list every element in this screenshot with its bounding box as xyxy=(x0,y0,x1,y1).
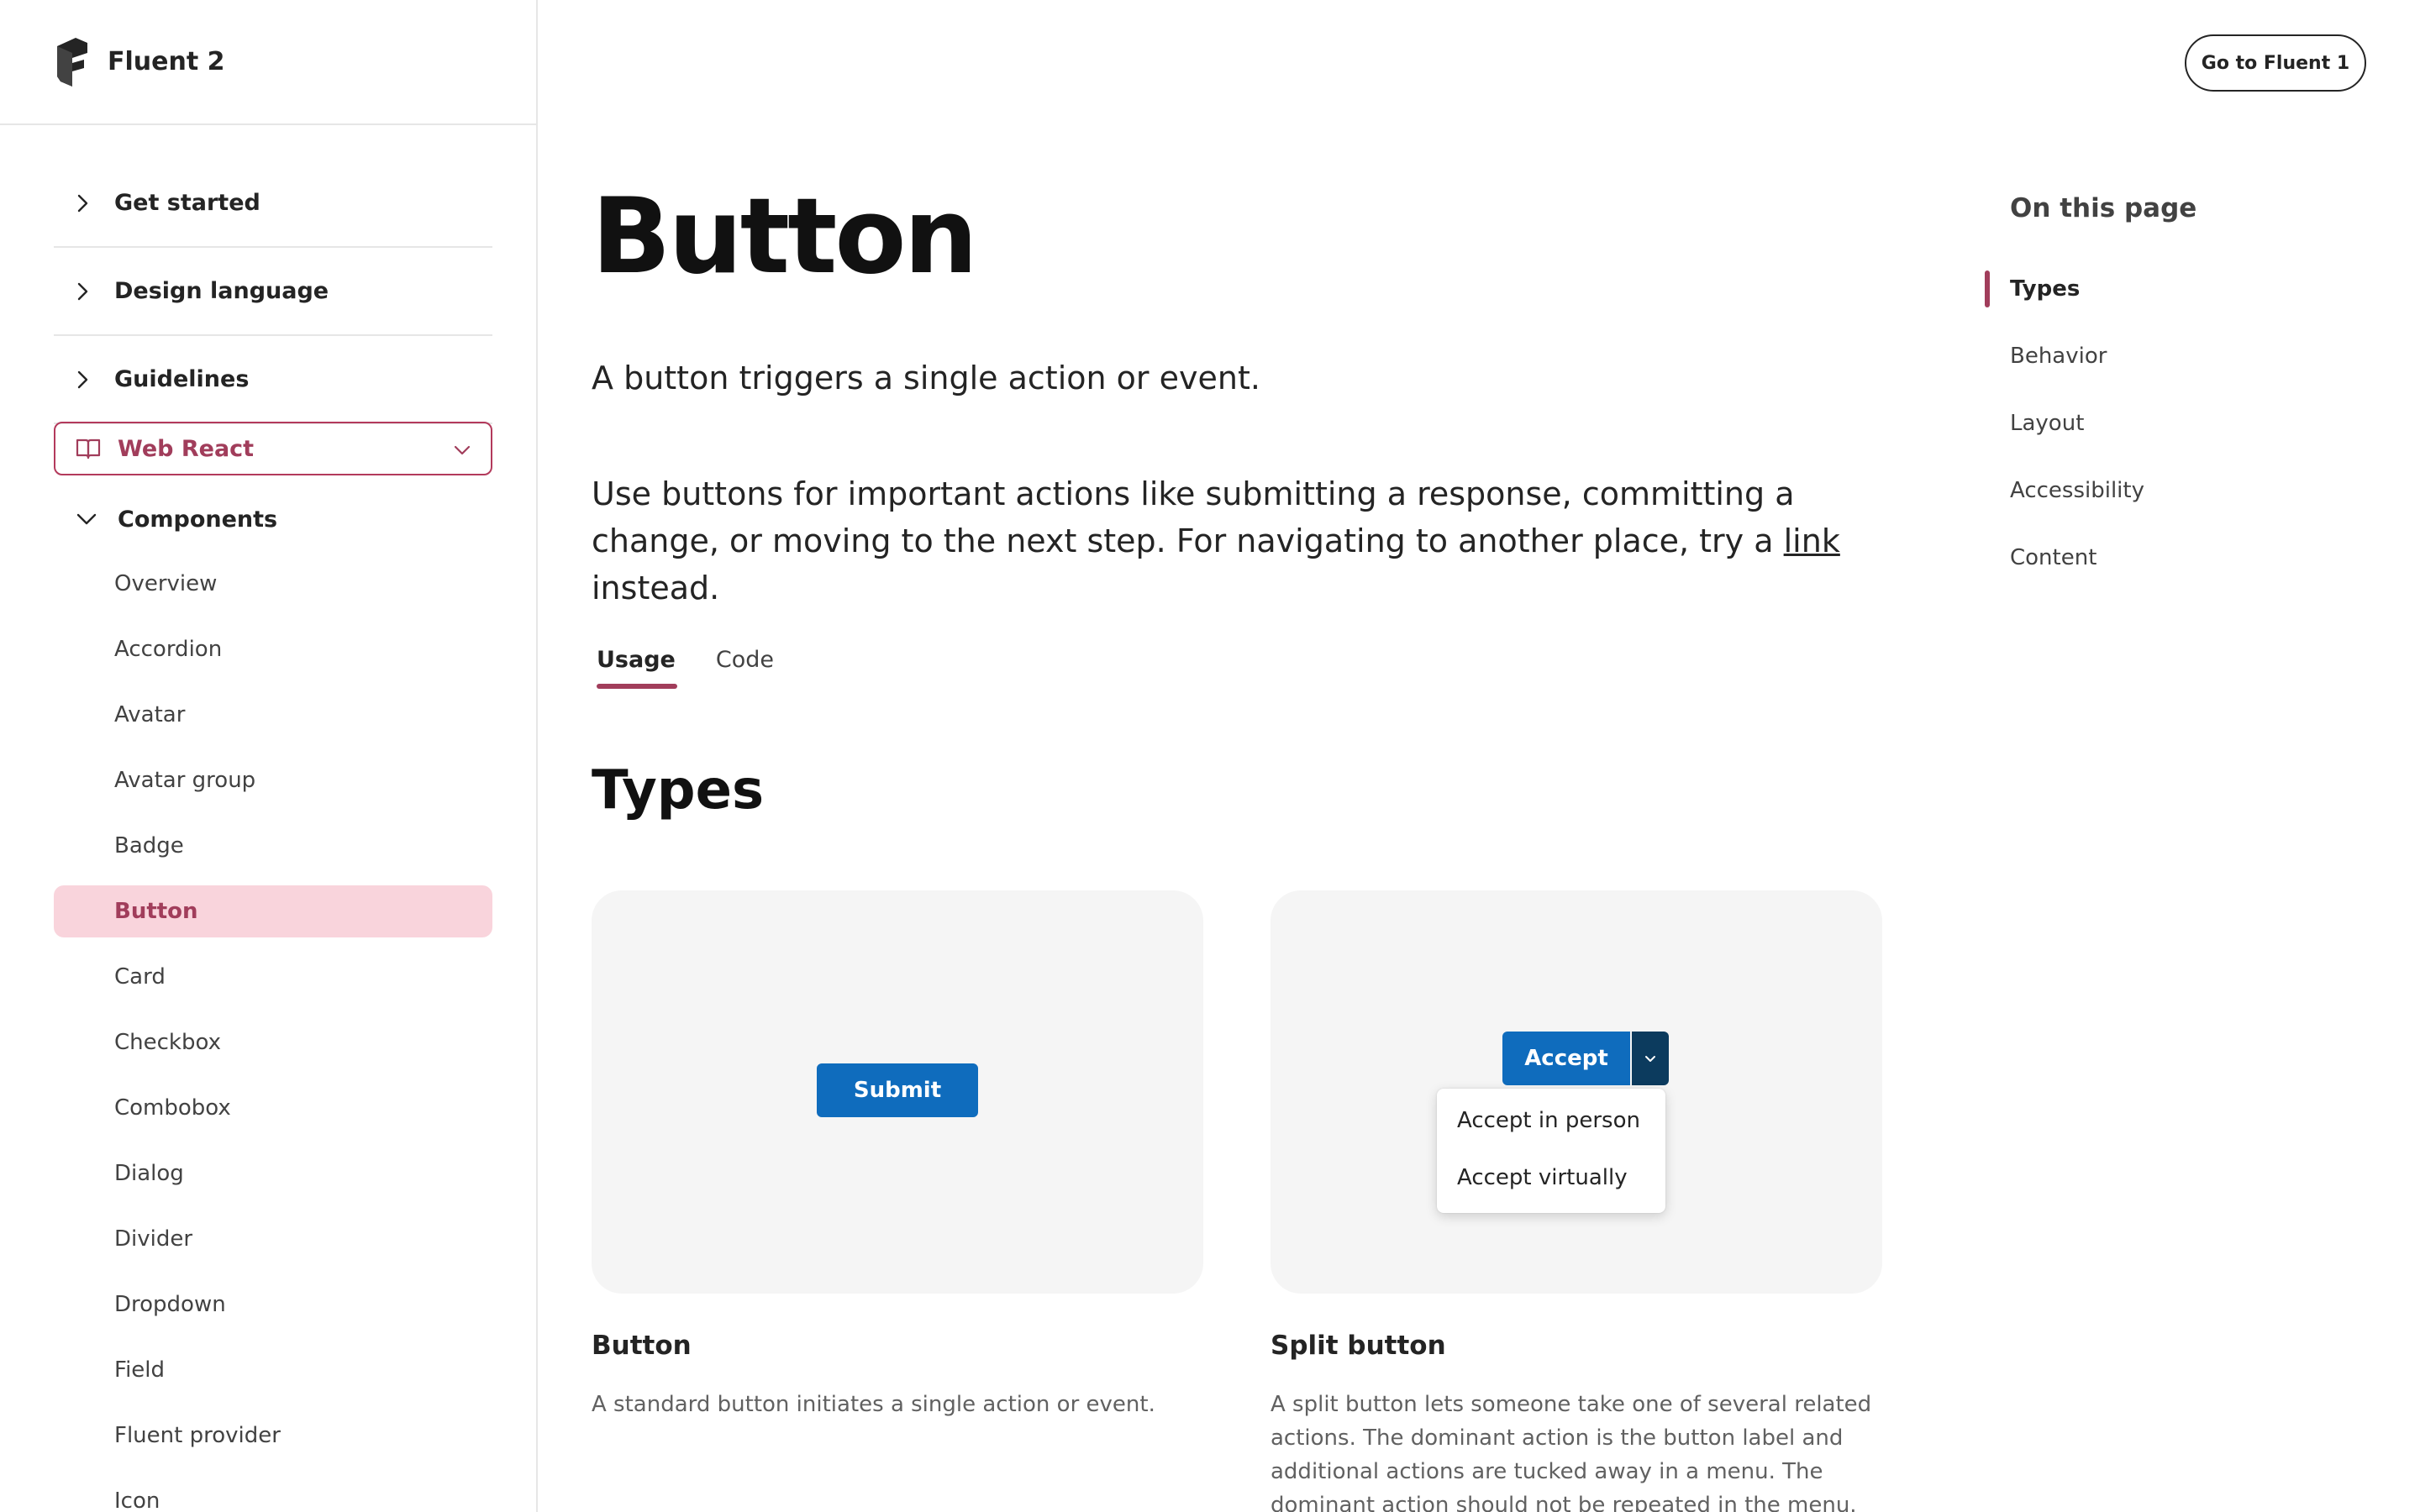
tab-usage[interactable]: Usage xyxy=(592,637,681,689)
sidebar-item-avatar[interactable]: Avatar xyxy=(54,689,492,741)
page-description: Use buttons for important actions like s… xyxy=(592,470,1902,612)
card-description-button: A standard button initiates a single act… xyxy=(592,1392,1155,1417)
sidebar-item-label: Components xyxy=(118,506,278,533)
card-title-button: Button xyxy=(592,1331,692,1361)
card-description-split-button: A split button lets someone take one of … xyxy=(1270,1392,1872,1512)
menu-item-accept-virtually[interactable]: Accept virtually xyxy=(1437,1149,1665,1206)
sidebar-item-accordion[interactable]: Accordion xyxy=(54,623,492,675)
sidebar-item-label: Guidelines xyxy=(114,366,250,392)
split-button-menu: Accept in person Accept virtually xyxy=(1437,1089,1665,1213)
sidebar-item-guidelines[interactable]: Guidelines xyxy=(54,336,492,424)
page-title: Button xyxy=(592,176,978,297)
brand-header[interactable]: Fluent 2 xyxy=(0,0,536,125)
sidebar-item-checkbox[interactable]: Checkbox xyxy=(54,1016,492,1068)
sidebar-item-avatar-group[interactable]: Avatar group xyxy=(54,754,492,806)
sidebar-item-icon[interactable]: Icon xyxy=(54,1475,492,1512)
sidebar-item-divider[interactable]: Divider xyxy=(54,1213,492,1265)
section-title-types: Types xyxy=(592,759,765,822)
top-nav: Get started Design language Guidelines xyxy=(54,160,492,424)
chevron-down-icon xyxy=(76,513,97,525)
sidebar-item-fluent-provider[interactable]: Fluent provider xyxy=(54,1410,492,1462)
sidebar-item-card[interactable]: Card xyxy=(54,951,492,1003)
toc-item-layout[interactable]: Layout xyxy=(1985,405,2144,442)
go-to-fluent1-button[interactable]: Go to Fluent 1 xyxy=(2185,34,2366,92)
platform-dropdown-value: Web React xyxy=(118,435,255,462)
sidebar-item-label: Get started xyxy=(114,190,260,216)
sidebar-item-button[interactable]: Button xyxy=(54,885,492,937)
demo-card-button: Submit xyxy=(592,890,1203,1294)
chevron-down-icon xyxy=(1645,1056,1655,1062)
page-lead: A button triggers a single action or eve… xyxy=(592,360,1260,396)
components-list: Overview Accordion Avatar Avatar group B… xyxy=(54,558,492,1512)
toc-title: On this page xyxy=(2010,193,2197,223)
sidebar-item-overview[interactable]: Overview xyxy=(54,558,492,610)
description-text: Use buttons for important actions like s… xyxy=(592,475,1795,559)
toc-item-behavior[interactable]: Behavior xyxy=(1985,338,2144,375)
card-title-split-button: Split button xyxy=(1270,1331,1446,1361)
toc-item-types[interactable]: Types xyxy=(1985,270,2144,307)
demo-card-split-button: Accept Accept in person Accept virtually xyxy=(1270,890,1882,1294)
brand-name: Fluent 2 xyxy=(108,47,225,76)
chevron-right-icon xyxy=(77,194,88,212)
fluent-logo-icon xyxy=(55,37,89,87)
split-button-menu-toggle[interactable] xyxy=(1632,1032,1669,1085)
sidebar-item-components[interactable]: Components xyxy=(54,494,277,544)
sidebar-nav: Fluent 2 Get started Design language Gui… xyxy=(0,0,538,1512)
menu-item-accept-in-person[interactable]: Accept in person xyxy=(1437,1092,1665,1149)
sidebar-item-label: Design language xyxy=(114,278,329,304)
platform-dropdown[interactable]: Web React xyxy=(54,422,492,475)
sidebar-item-field[interactable]: Field xyxy=(54,1344,492,1396)
toc-item-content[interactable]: Content xyxy=(1985,539,2144,576)
split-button: Accept xyxy=(1502,1032,1669,1085)
link-link[interactable]: link xyxy=(1784,522,1840,559)
sidebar-item-badge[interactable]: Badge xyxy=(54,820,492,872)
book-icon xyxy=(76,438,101,459)
submit-demo-button[interactable]: Submit xyxy=(817,1063,978,1117)
sidebar-item-combobox[interactable]: Combobox xyxy=(54,1082,492,1134)
tab-code[interactable]: Code xyxy=(711,637,779,682)
accept-demo-button[interactable]: Accept xyxy=(1502,1032,1630,1085)
chevron-down-icon xyxy=(454,445,471,455)
sidebar-item-design-language[interactable]: Design language xyxy=(54,248,492,336)
chevron-right-icon xyxy=(77,370,88,388)
sidebar-item-get-started[interactable]: Get started xyxy=(54,160,492,248)
chevron-right-icon xyxy=(77,282,88,300)
sidebar-item-dropdown[interactable]: Dropdown xyxy=(54,1278,492,1331)
sidebar-item-dialog[interactable]: Dialog xyxy=(54,1147,492,1200)
description-text-end: instead. xyxy=(592,570,720,606)
toc-item-accessibility[interactable]: Accessibility xyxy=(1985,472,2144,509)
toc-list: Types Behavior Layout Accessibility Cont… xyxy=(1985,270,2144,606)
page-tabs: Usage Code xyxy=(592,637,809,690)
